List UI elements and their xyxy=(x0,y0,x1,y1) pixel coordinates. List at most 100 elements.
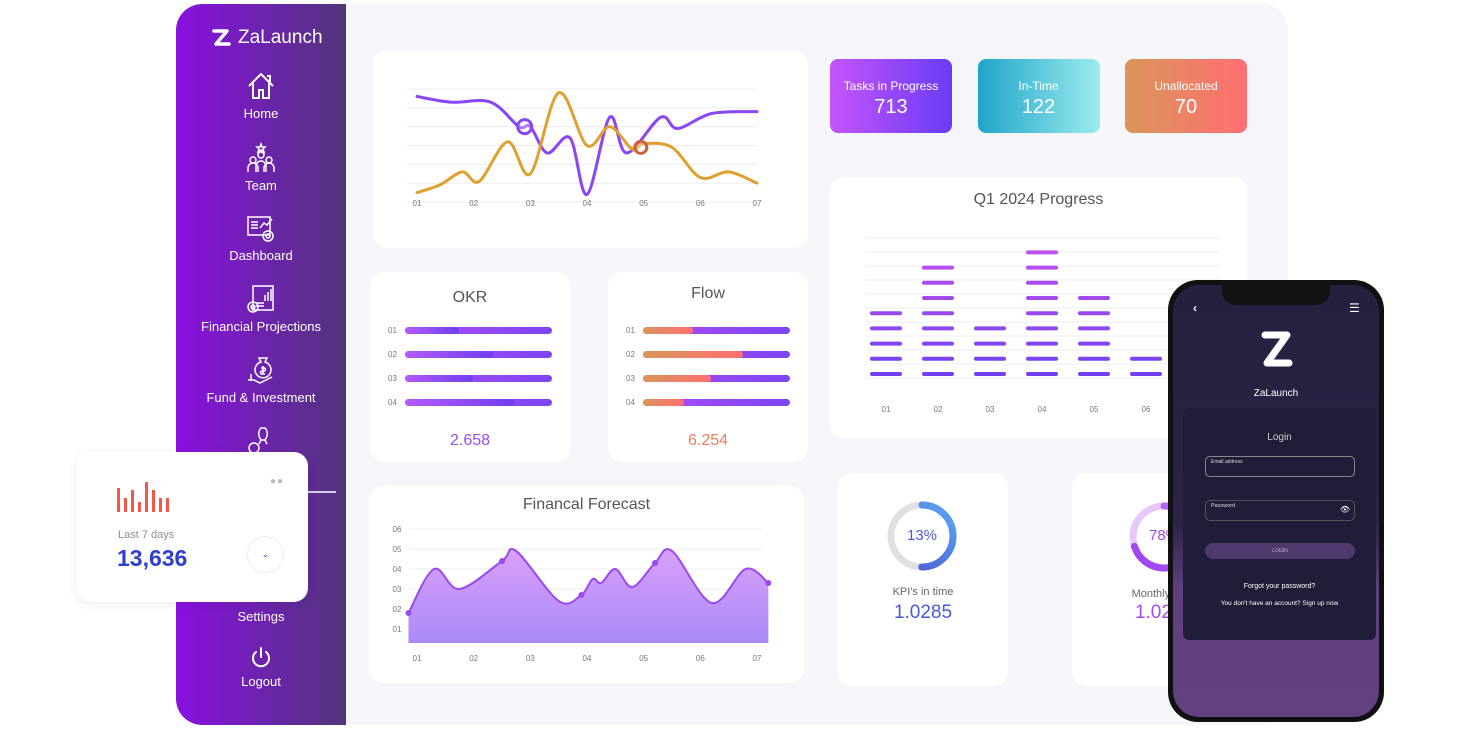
data-marker xyxy=(516,118,534,136)
email-field[interactable]: Email address xyxy=(1205,456,1355,477)
phone-mockup: ‹ ☰ ZaLaunch Login Email address Passwor… xyxy=(1168,280,1384,722)
progress-row: 04 xyxy=(388,398,552,407)
login-button[interactable]: LOGIN xyxy=(1205,543,1355,559)
progress-fill xyxy=(404,327,460,334)
mini-bar xyxy=(159,498,162,512)
sidebar-item-financial-projections[interactable]: Financial Projections xyxy=(176,283,346,334)
bar-segment xyxy=(870,356,902,361)
area-fill xyxy=(408,548,769,643)
sidebar-item-label: Fund & Investment xyxy=(206,390,316,405)
x-tick-label: 04 xyxy=(583,199,592,208)
forgot-password-link[interactable]: Forgot your password? xyxy=(1183,583,1376,590)
sidebar-item-team[interactable]: Team xyxy=(176,142,346,193)
progress-row: 03 xyxy=(626,374,790,383)
more-options-icon[interactable]: ●● xyxy=(270,476,284,487)
sidebar-item-dashboard[interactable]: Dashboard xyxy=(176,212,346,263)
password-field[interactable]: Password 👁 xyxy=(1205,500,1355,521)
sidebar-item-label: Financial Projections xyxy=(201,319,321,334)
signup-link[interactable]: You don't have an account? Sign up now xyxy=(1183,600,1376,607)
power-icon xyxy=(252,647,270,668)
x-tick-label: 05 xyxy=(639,199,648,208)
password-placeholder: Password xyxy=(1211,503,1236,509)
bar-segment xyxy=(1078,341,1110,346)
y-tick-label: 03 xyxy=(393,585,402,594)
okr-value: 2.658 xyxy=(449,432,491,449)
progress-track xyxy=(642,327,790,334)
bar-segment xyxy=(922,341,954,346)
sidebar-item-home[interactable]: Home xyxy=(176,70,346,121)
sidebar: ZaLaunch Home Team Dashboard Financial P… xyxy=(176,4,346,725)
stat-card: In-Time 122 xyxy=(977,59,1100,133)
mini-bar xyxy=(145,482,148,512)
period-label: Last 7 days xyxy=(118,529,175,541)
sidebar-item-fund-investment[interactable]: Fund & Investment xyxy=(176,354,346,405)
expand-chevron-down-button[interactable]: ⌄ xyxy=(247,536,284,573)
bar-segment xyxy=(922,296,954,300)
bar-segment xyxy=(1078,372,1110,376)
login-panel: Login Email address Password 👁 LOGIN Forg… xyxy=(1183,408,1376,640)
phone-app-name: ZaLaunch xyxy=(1253,388,1299,399)
sidebar-item-label: Home xyxy=(243,106,279,121)
eye-icon[interactable]: 👁 xyxy=(1340,505,1350,514)
progress-row: 01 xyxy=(388,326,552,335)
bar-segment xyxy=(1026,372,1058,376)
zalaunch-logo-icon xyxy=(212,29,231,46)
trend-line-chart-card: 01 02 03 04 05 06 07 xyxy=(373,51,808,248)
data-marker xyxy=(633,139,649,155)
mini-bar xyxy=(166,498,169,512)
stat-label: Tasks in Progress xyxy=(843,79,939,93)
x-tick-label: 05 xyxy=(1090,405,1099,414)
stat-label: In-Time xyxy=(1018,79,1059,93)
row-label: 04 xyxy=(626,398,635,407)
y-tick-label: 02 xyxy=(393,605,402,614)
row-label: 03 xyxy=(388,374,397,383)
dashboard-window: ZaLaunch Home Team Dashboard Financial P… xyxy=(176,4,1288,725)
kpi-card: 13% KPI's in time 1.0285 xyxy=(838,473,1008,686)
zalaunch-logo-icon xyxy=(1261,331,1293,367)
bar-segment xyxy=(870,311,902,316)
row-label: 01 xyxy=(388,326,397,335)
logout-button[interactable]: Logout xyxy=(176,646,346,689)
row-label: 04 xyxy=(388,398,397,407)
period-value: 13,636 xyxy=(117,545,188,571)
sidebar-item-label: Dashboard xyxy=(229,248,293,263)
okr-card: OKR 01 02 03 04 2.658 xyxy=(370,272,570,462)
sidebar-item-label: Settings xyxy=(237,609,285,624)
hamburger-menu-icon[interactable]: ☰ xyxy=(1349,301,1360,315)
x-tick-label: 06 xyxy=(1142,405,1151,414)
mini-bar xyxy=(152,490,155,512)
x-tick-label: 06 xyxy=(696,654,705,663)
progress-fill xyxy=(642,327,693,334)
row-label: 02 xyxy=(388,350,397,359)
bar-segment xyxy=(922,372,954,376)
data-marker xyxy=(652,560,658,566)
progress-track xyxy=(642,399,790,406)
x-tick-label: 02 xyxy=(469,199,478,208)
x-tick-label: 06 xyxy=(696,199,705,208)
okr-title: OKR xyxy=(452,289,488,306)
bar-segment xyxy=(1130,356,1162,361)
email-placeholder: Email address xyxy=(1211,459,1243,465)
stat-card: Tasks in Progress 713 xyxy=(830,59,952,133)
x-tick-label: 02 xyxy=(469,654,478,663)
row-label: 01 xyxy=(626,326,635,335)
back-chevron-icon[interactable]: ‹ xyxy=(1193,301,1197,315)
progress-fill xyxy=(404,351,494,358)
bar-segment xyxy=(922,326,954,331)
progress-fill xyxy=(642,351,743,358)
bar-segment xyxy=(1026,326,1058,331)
phone-login-screen: ‹ ☰ ZaLaunch Login Email address Passwor… xyxy=(1173,285,1379,717)
bar-segment xyxy=(922,280,954,285)
y-tick-label: 06 xyxy=(393,525,402,534)
x-tick-label: 02 xyxy=(934,405,943,414)
progress-track xyxy=(404,375,552,382)
trend-line-chart: 01 02 03 04 05 06 07 xyxy=(407,88,762,208)
bar-segment xyxy=(870,341,902,346)
bar-segment xyxy=(974,356,1006,361)
data-marker xyxy=(499,558,505,564)
stat-value: 122 xyxy=(1021,96,1056,118)
data-marker xyxy=(765,580,772,586)
bar-segment xyxy=(1026,356,1058,361)
stat-card: Unallocated 70 xyxy=(1125,59,1247,133)
flow-title: Flow xyxy=(691,285,725,302)
